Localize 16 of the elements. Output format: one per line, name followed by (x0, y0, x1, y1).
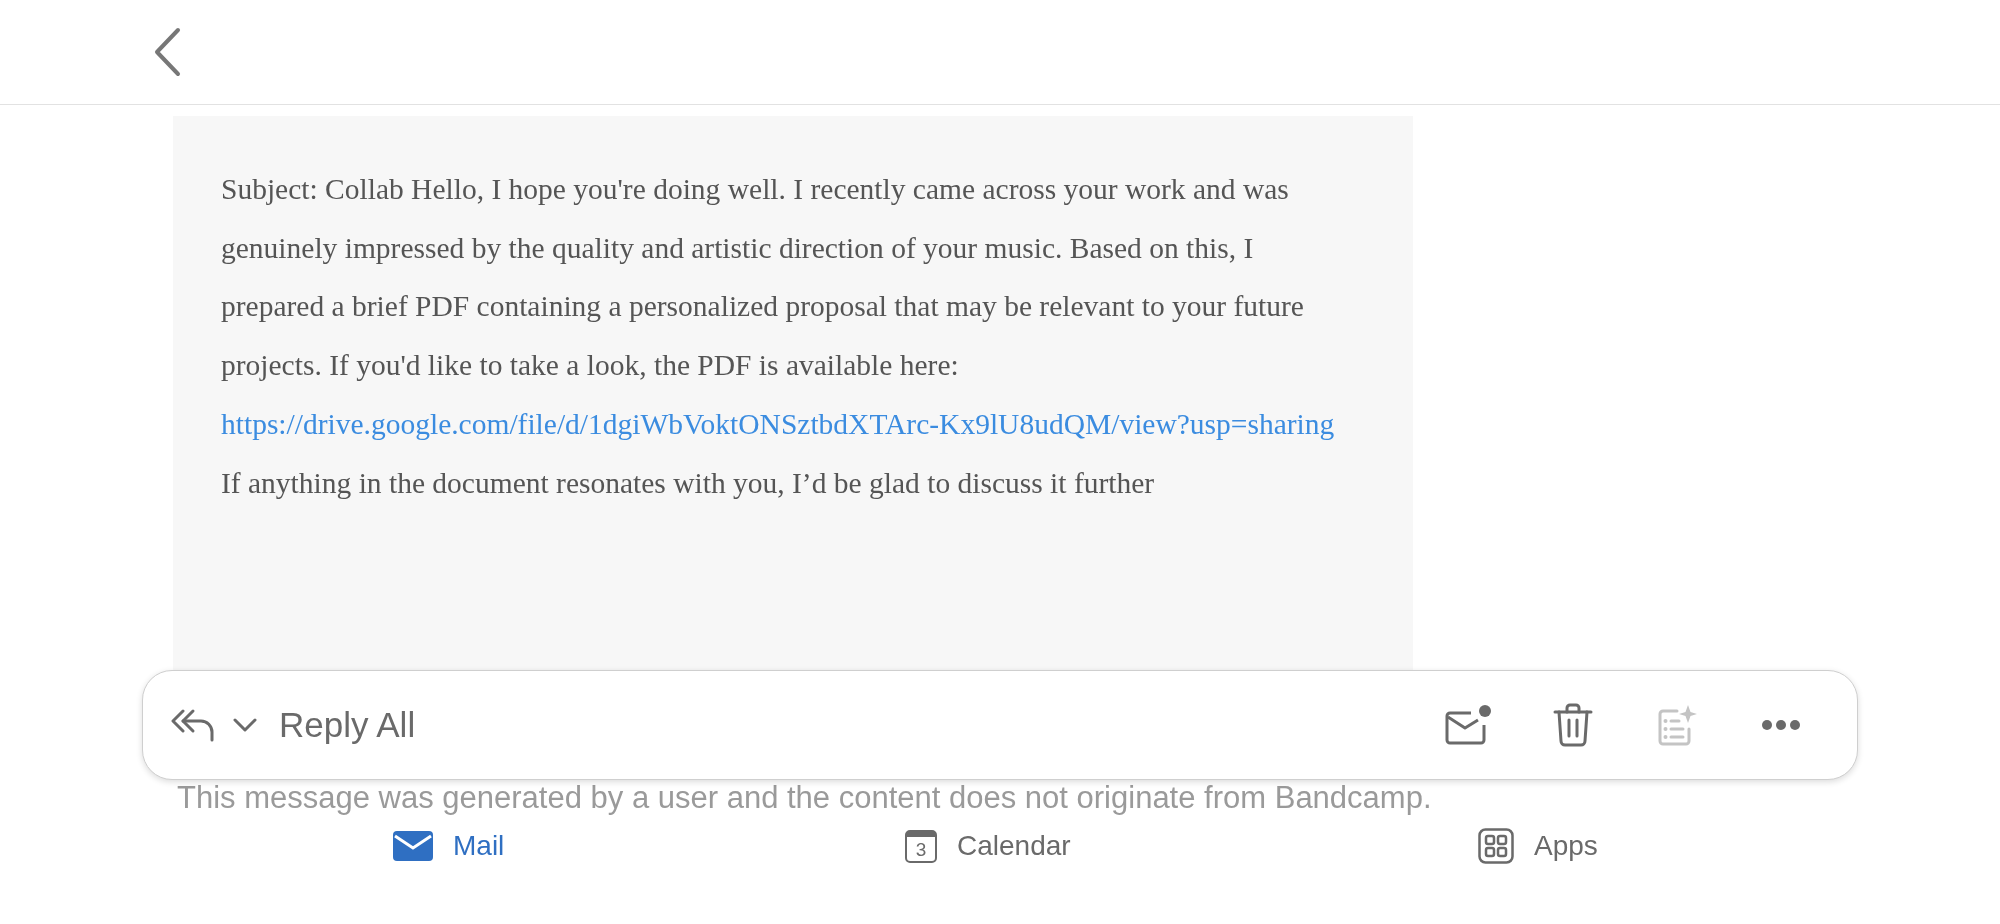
mail-icon (1444, 703, 1494, 747)
disclaimer-text: This message was generated by a user and the content does not originate from Bandcamp. (177, 780, 1433, 816)
reply-all-button[interactable]: Reply All (279, 705, 416, 745)
calendar-icon: 3 (905, 829, 937, 863)
reply-all-icon[interactable] (171, 708, 215, 742)
message-body: Subject: Collab Hello, I hope you're doing well. I recently came across your work and was genuinely impressed by the quality and artistic direction of your music. Based on this, I prepared a brief PDF containing a personalized proposal that may be relevant to your future projects. If you'd like to take a look, the PDF is available here: https://drive.google.com/file/d/1dgiWbVoktONSztbdXTArc-Kx9lU8udQM/view?usp=sharing If anything in the document resonates with you, I’d be glad to discuss it further (221, 172, 1336, 501)
more-icon (1761, 719, 1801, 731)
chevron-down-icon[interactable] (233, 718, 257, 732)
trash-icon (1553, 703, 1593, 747)
apps-icon (1478, 828, 1514, 864)
envelope-icon (393, 831, 433, 861)
tab[interactable]: 3 Calendar (905, 829, 1071, 863)
tab[interactable]: Apps (1478, 828, 1598, 864)
tab[interactable]: Mail (393, 830, 505, 862)
link[interactable]: https://drive.google.com/file/d/1dgiWbVoktONSztbdXTArc-Kx9lU8udQM/view?usp=sharing (221, 407, 1335, 440)
back-icon[interactable] (152, 27, 182, 77)
